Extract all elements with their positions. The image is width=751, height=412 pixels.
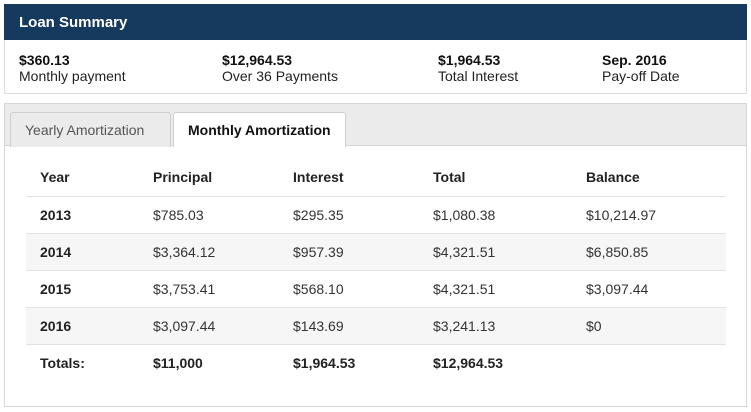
amortization-table: Year Principal Interest Total Balance 20… (26, 159, 726, 381)
totals-row: Totals: $11,000 $1,964.53 $12,964.53 (26, 343, 726, 381)
total-payments-label: Over 36 Payments (222, 68, 338, 84)
total-interest-stat: $1,964.53 Total Interest (438, 52, 518, 84)
header-balance: Balance (586, 169, 640, 186)
payoff-date-stat: Sep. 2016 Pay-off Date (602, 52, 680, 84)
header-interest: Interest (293, 169, 344, 186)
totals-principal: $11,000 (153, 343, 293, 381)
cell-balance: $10,214.97 (586, 195, 726, 233)
cell-year: 2013 (26, 195, 153, 233)
totals-interest: $1,964.53 (293, 343, 433, 381)
loan-summary-title: Loan Summary (4, 4, 747, 40)
total-interest-value: $1,964.53 (438, 52, 501, 68)
totals-total: $12,964.53 (433, 343, 586, 381)
total-payments-stat: $12,964.53 Over 36 Payments (222, 52, 338, 84)
totals-balance (586, 343, 726, 381)
payoff-date-value: Sep. 2016 (602, 52, 667, 68)
payoff-date-label: Pay-off Date (602, 68, 680, 84)
cell-principal: $3,097.44 (153, 306, 293, 344)
cell-balance: $3,097.44 (586, 269, 726, 307)
total-interest-label: Total Interest (438, 68, 519, 84)
monthly-payment-stat: $360.13 Monthly payment (19, 52, 126, 84)
cell-interest: $568.10 (293, 269, 433, 307)
cell-total: $3,241.13 (433, 306, 586, 344)
cell-interest: $295.35 (293, 195, 433, 233)
table-header-row: Year Principal Interest Total Balance (26, 159, 726, 196)
tab-monthly-amortization[interactable]: Monthly Amortization (173, 112, 346, 147)
cell-balance: $0 (586, 306, 726, 344)
totals-label: Totals: (26, 343, 153, 381)
cell-principal: $3,753.41 (153, 269, 293, 307)
tab-yearly-amortization[interactable]: Yearly Amortization (10, 112, 171, 147)
cell-year: 2016 (26, 306, 153, 344)
header-year: Year (40, 169, 70, 186)
cell-total: $4,321.51 (433, 269, 586, 307)
header-principal: Principal (153, 169, 213, 186)
table-row: 2015 $3,753.41 $568.10 $4,321.51 $3,097.… (26, 269, 726, 307)
amortization-panel: Yearly Amortization Monthly Amortization… (4, 103, 747, 407)
cell-year: 2015 (26, 269, 153, 307)
cell-total: $1,080.38 (433, 195, 586, 233)
cell-total: $4,321.51 (433, 232, 586, 270)
amortization-tabbar: Yearly Amortization Monthly Amortization (5, 104, 746, 147)
header-total: Total (433, 169, 466, 186)
cell-interest: $957.39 (293, 232, 433, 270)
table-row: 2014 $3,364.12 $957.39 $4,321.51 $6,850.… (26, 232, 726, 270)
table-row: 2016 $3,097.44 $143.69 $3,241.13 $0 (26, 306, 726, 344)
cell-interest: $143.69 (293, 306, 433, 344)
cell-year: 2014 (26, 232, 153, 270)
cell-principal: $785.03 (153, 195, 293, 233)
table-row: 2013 $785.03 $295.35 $1,080.38 $10,214.9… (26, 195, 726, 233)
total-payments-value: $12,964.53 (222, 52, 293, 68)
cell-principal: $3,364.12 (153, 232, 293, 270)
monthly-payment-label: Monthly payment (19, 68, 126, 84)
loan-summary-stats: $360.13 Monthly payment $12,964.53 Over … (4, 40, 747, 94)
monthly-payment-value: $360.13 (19, 52, 70, 68)
cell-balance: $6,850.85 (586, 232, 726, 270)
